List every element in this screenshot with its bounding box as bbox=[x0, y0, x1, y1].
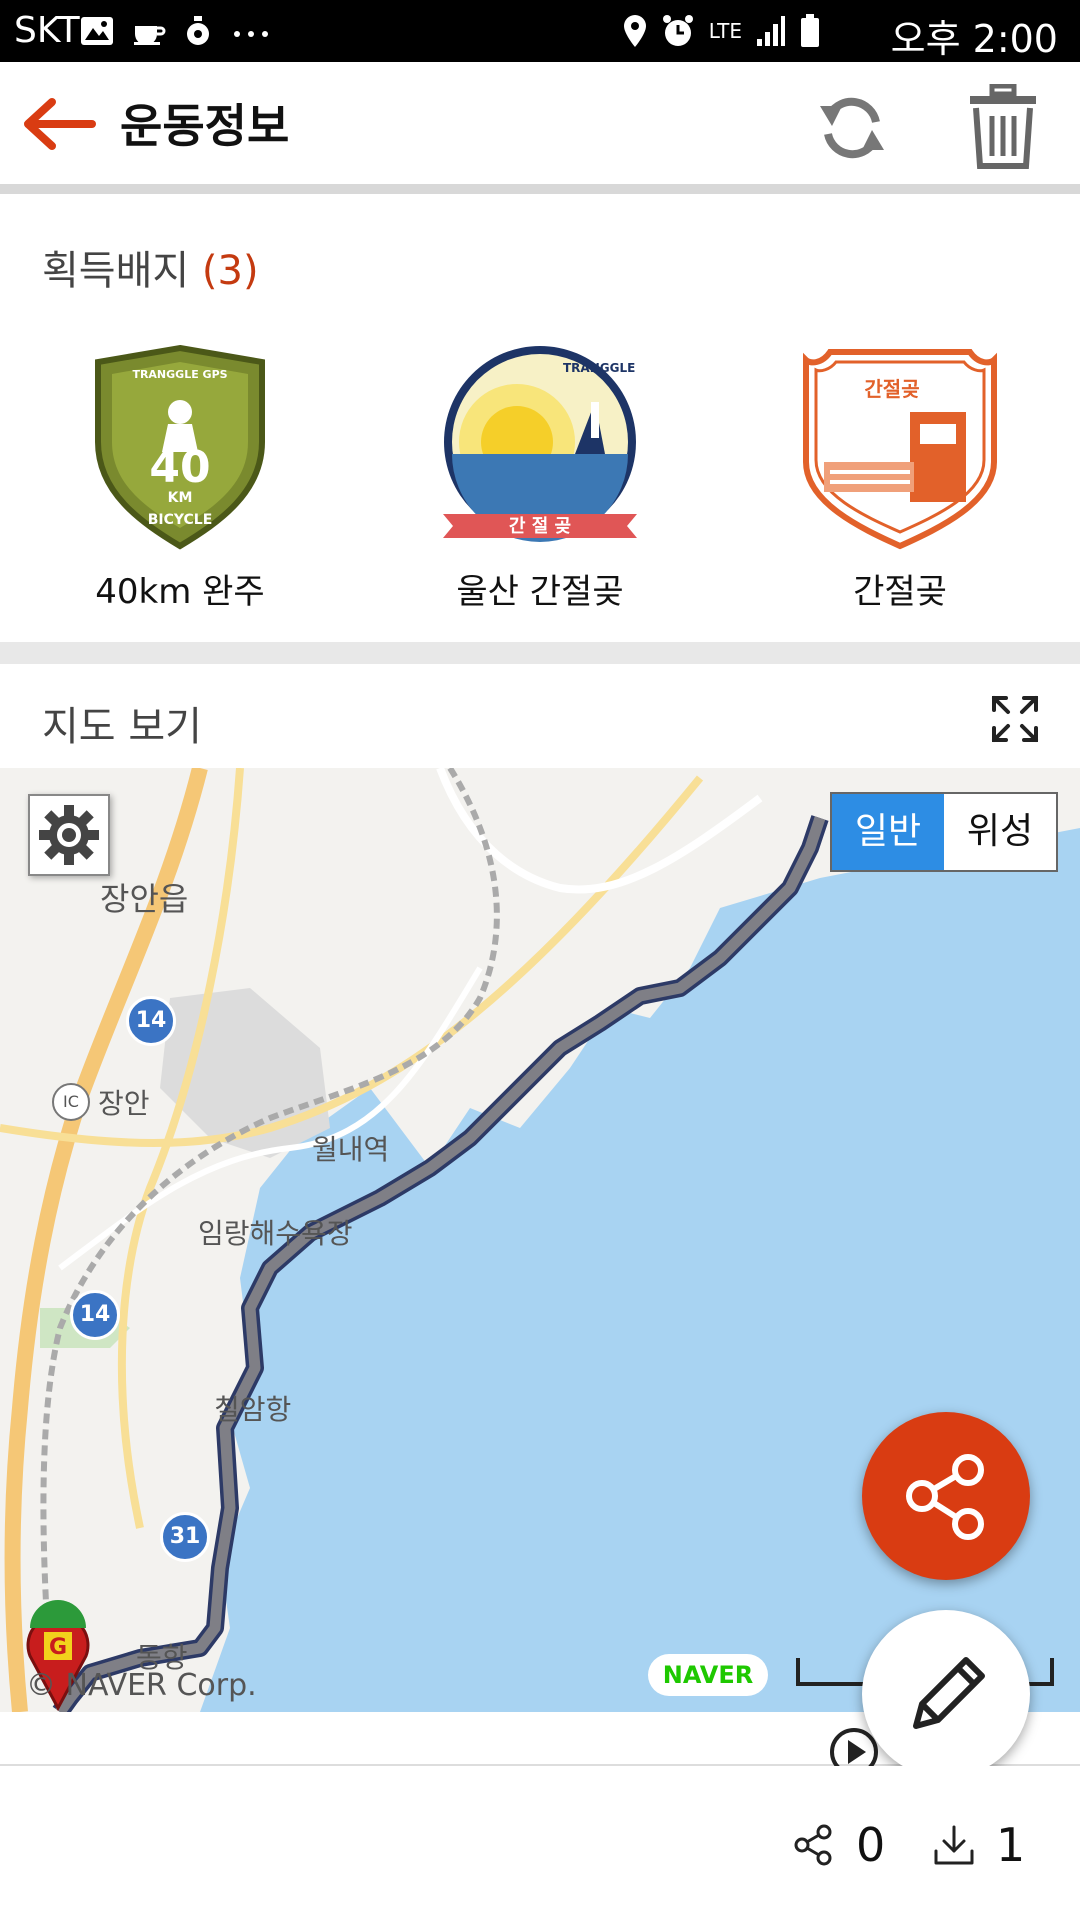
badge-1-unit: KM bbox=[168, 490, 193, 506]
more-notifications-icon bbox=[230, 22, 272, 41]
map-section-title: 지도 보기 bbox=[42, 704, 202, 750]
badge-2-top-text: TRANGGLE bbox=[563, 361, 635, 375]
share-count: 0 bbox=[856, 1818, 886, 1872]
share-count-stat[interactable]: 0 bbox=[792, 1818, 885, 1872]
jangan-ic-label: 장안 bbox=[98, 1087, 150, 1120]
badge-label: 간절곶 bbox=[853, 572, 947, 612]
download-count-stat[interactable]: 1 bbox=[932, 1818, 1025, 1872]
map-type-toggle: 일반 위성 bbox=[830, 792, 1058, 872]
badge-1-number: 40 bbox=[149, 442, 210, 493]
fullscreen-expand-icon[interactable] bbox=[990, 694, 1040, 744]
timer-notification-icon bbox=[187, 16, 209, 45]
gear-icon bbox=[39, 805, 99, 865]
system-icons: LTE bbox=[623, 8, 820, 54]
edit-fab-button[interactable] bbox=[862, 1610, 1030, 1778]
map-type-satellite-button[interactable]: 위성 bbox=[944, 794, 1056, 870]
alarm-icon bbox=[662, 15, 693, 46]
ic-badge: IC bbox=[52, 1083, 90, 1121]
badge-item-ganjeolgot-stamp[interactable]: 간절곶 간절곶 bbox=[750, 342, 1050, 632]
location-icon bbox=[623, 15, 646, 47]
refresh-icon[interactable] bbox=[812, 88, 892, 168]
route-shield-14: 14 bbox=[70, 1290, 120, 1340]
route-shield-31: 31 bbox=[160, 1512, 210, 1562]
map-label-station: 월내역 bbox=[312, 1133, 390, 1166]
map-label-jangan-ic: IC 장안 bbox=[52, 1082, 150, 1122]
badge-item-bicycle-40km[interactable]: TRANGGLE GPS 40 KM BICYCLE 40km 완주 bbox=[30, 342, 330, 632]
map-label-beach: 임랑해수욕장 bbox=[198, 1217, 353, 1250]
badges-count: (3) bbox=[201, 248, 259, 294]
badges-heading: 획득배지 (3) bbox=[42, 238, 259, 296]
back-arrow-icon[interactable] bbox=[18, 94, 98, 154]
share-fab-button[interactable] bbox=[862, 1412, 1030, 1580]
signal-icon bbox=[757, 16, 785, 46]
bicycle-40km-badge-icon: TRANGGLE GPS 40 KM BICYCLE bbox=[95, 344, 265, 550]
download-icon bbox=[934, 1825, 974, 1865]
coffee-notification-icon bbox=[134, 26, 166, 45]
map-type-normal-button[interactable]: 일반 bbox=[832, 794, 944, 870]
status-bar: SKT LTE 오후 2:00 bbox=[0, 0, 1080, 62]
badge-1-top-text: TRANGGLE GPS bbox=[132, 368, 227, 381]
map-label-jangan-eup: 장안읍 bbox=[100, 880, 189, 918]
badge-1-bottom-text: BICYCLE bbox=[148, 512, 213, 528]
badge-3-top-text: 간절곶 bbox=[864, 377, 919, 401]
lighthouse-sunrise-badge-icon: TRANGGLE 간 절 곶 bbox=[443, 346, 637, 542]
route-marker-letter: G bbox=[49, 1635, 67, 1660]
stamp-badge-icon: 간절곶 bbox=[803, 349, 997, 550]
earned-badges-section: 획득배지 (3) TRANGGLE GPS 40 KM BICYCLE 40km… bbox=[0, 194, 1080, 664]
clock: 오후 2:00 bbox=[890, 17, 1058, 61]
page-title: 운동정보 bbox=[120, 99, 290, 153]
badge-label: 40km 완주 bbox=[95, 572, 265, 612]
badge-label: 울산 간절곶 bbox=[456, 572, 624, 612]
badge-item-ulsan-ganjeolgot[interactable]: TRANGGLE 간 절 곶 울산 간절곶 bbox=[390, 342, 690, 632]
map-copyright: © NAVER Corp. bbox=[26, 1668, 257, 1703]
battery-icon bbox=[801, 14, 819, 47]
badges-heading-label: 획득배지 bbox=[42, 248, 190, 294]
bottom-stats-bar: 0 1 bbox=[0, 1766, 1080, 1920]
badge-2-ribbon-text: 간 절 곶 bbox=[509, 516, 571, 537]
network-type-label: LTE bbox=[708, 19, 742, 43]
download-count: 1 bbox=[996, 1818, 1026, 1872]
image-notification-icon bbox=[81, 17, 113, 45]
carrier-label: SKT bbox=[14, 10, 80, 51]
naver-logo: NAVER bbox=[648, 1654, 768, 1696]
map-settings-button[interactable] bbox=[28, 794, 110, 876]
share-outline-icon bbox=[794, 1824, 832, 1866]
route-shield-14: 14 bbox=[126, 996, 176, 1046]
app-header: 운동정보 bbox=[0, 62, 1080, 194]
notification-icons bbox=[80, 10, 272, 52]
map-label-port-chilam: 칠암항 bbox=[214, 1393, 292, 1426]
share-icon bbox=[906, 1454, 984, 1540]
map-section-header: 지도 보기 bbox=[0, 664, 1080, 768]
trash-icon[interactable] bbox=[968, 84, 1038, 170]
pencil-icon bbox=[913, 1657, 985, 1729]
